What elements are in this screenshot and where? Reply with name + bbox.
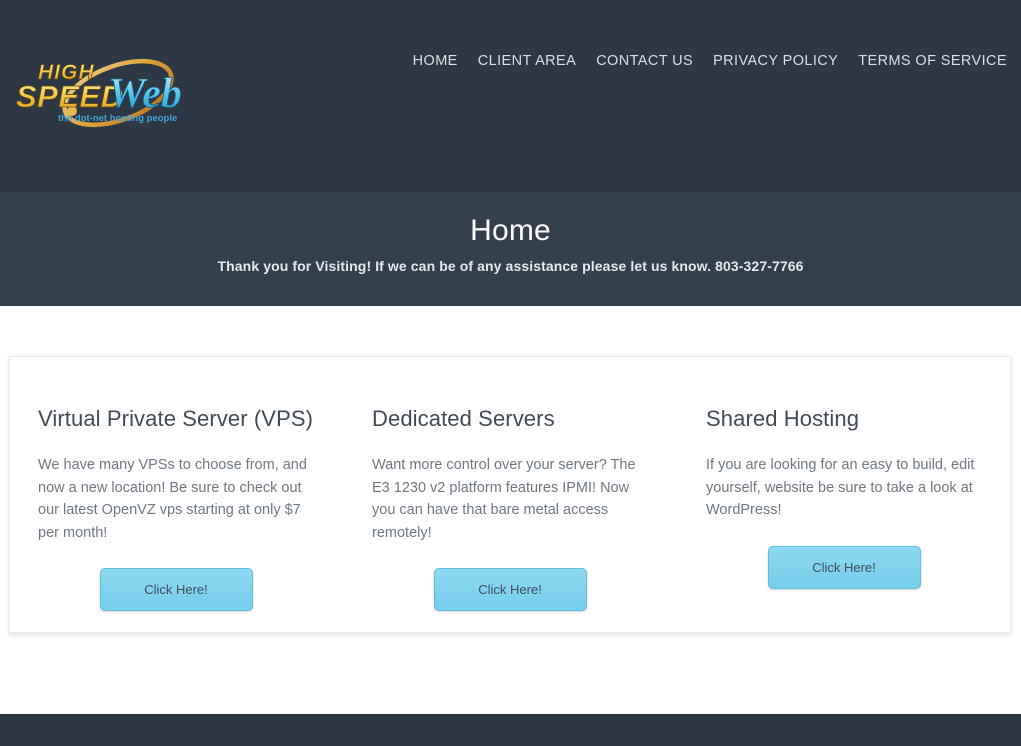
service-title: Dedicated Servers [372,406,555,431]
services-card: Virtual Private Server (VPS) We have man… [9,356,1011,633]
page-banner: Home Thank you for Visiting! If we can b… [0,192,1021,306]
click-here-button-vps[interactable]: Click Here! [99,568,253,611]
service-column-dedicated: Dedicated Servers Want more control over… [342,405,676,632]
service-description: If you are looking for an easy to build,… [706,457,975,518]
service-column-shared: Shared Hosting If you are looking for an… [676,405,1010,632]
logo-text-web: Web [108,71,182,117]
click-here-button-dedicated[interactable]: Click Here! [433,568,587,611]
nav-item-privacy-policy[interactable]: PRIVACY POLICY [713,50,838,72]
nav-item-terms-of-service[interactable]: TERMS OF SERVICE [858,50,1007,72]
service-title: Shared Hosting [706,406,860,431]
service-description: Want more control over your server? The … [372,457,636,541]
service-cta-wrap: Click Here! [706,545,982,589]
site-footer [0,714,1021,746]
main-navigation: HOME CLIENT AREA CONTACT US PRIVACY POLI… [413,50,1007,72]
service-column-vps: Virtual Private Server (VPS) We have man… [10,405,342,632]
main-content: Virtual Private Server (VPS) We have man… [0,306,1021,714]
page-title: Home [470,214,551,247]
logo-graphic: HIGH SPEED Web the dot-net hosting peopl… [16,58,182,128]
site-logo[interactable]: HIGH SPEED Web the dot-net hosting peopl… [10,45,210,145]
page-subtitle: Thank you for Visiting! If we can be of … [217,258,804,274]
service-cta-wrap: Click Here! [372,568,648,611]
service-cta-wrap: Click Here! [38,568,314,611]
nav-item-home[interactable]: HOME [413,50,458,72]
nav-item-contact-us[interactable]: CONTACT US [596,50,693,72]
site-header: HIGH SPEED Web the dot-net hosting peopl… [0,0,1021,192]
services-columns: Virtual Private Server (VPS) We have man… [10,357,1010,632]
nav-item-client-area[interactable]: CLIENT AREA [478,50,576,72]
service-title: Virtual Private Server (VPS) [38,406,314,431]
logo-tagline: the dot-net hosting people [58,113,177,124]
service-description: We have many VPSs to choose from, and no… [38,457,307,541]
click-here-button-shared[interactable]: Click Here! [767,545,921,589]
